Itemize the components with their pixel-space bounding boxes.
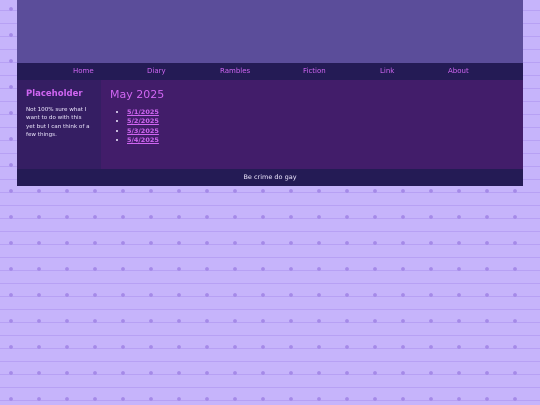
post-list: 5/1/2025 5/2/2025 5/3/2025 5/4/2025 xyxy=(110,108,523,145)
post-link-1[interactable]: 5/1/2025 xyxy=(127,108,159,116)
footer: Be crime do gay xyxy=(17,169,523,186)
sidebar-text: Not 100% sure what I want to do with thi… xyxy=(26,107,90,138)
list-item: 5/1/2025 xyxy=(127,108,523,117)
nav-item-home[interactable]: Home xyxy=(73,63,94,80)
nav-item-about[interactable]: About xyxy=(448,63,469,80)
nav-item-rambles[interactable]: Rambles xyxy=(220,63,250,80)
list-item: 5/4/2025 xyxy=(127,136,523,145)
month-title: May 2025 xyxy=(110,88,165,101)
main-panel: May 2025 5/1/2025 5/2/2025 5/3/2025 5/4/… xyxy=(101,80,523,169)
post-link-3[interactable]: 5/3/2025 xyxy=(127,127,159,135)
sidebar-title: Placeholder xyxy=(26,89,83,99)
post-link-4[interactable]: 5/4/2025 xyxy=(127,136,159,144)
sidebar: Placeholder Not 100% sure what I want to… xyxy=(17,80,101,169)
page-container: Home Diary Rambles Fiction Link About Pl… xyxy=(17,0,523,186)
nav-item-fiction[interactable]: Fiction xyxy=(303,63,326,80)
post-link-2[interactable]: 5/2/2025 xyxy=(127,117,159,125)
nav-item-diary[interactable]: Diary xyxy=(147,63,166,80)
nav-bar: Home Diary Rambles Fiction Link About xyxy=(17,63,523,80)
content-area: Placeholder Not 100% sure what I want to… xyxy=(17,80,523,169)
list-item: 5/3/2025 xyxy=(127,127,523,136)
list-item: 5/2/2025 xyxy=(127,117,523,126)
header-banner xyxy=(17,0,523,63)
nav-item-link[interactable]: Link xyxy=(380,63,394,80)
